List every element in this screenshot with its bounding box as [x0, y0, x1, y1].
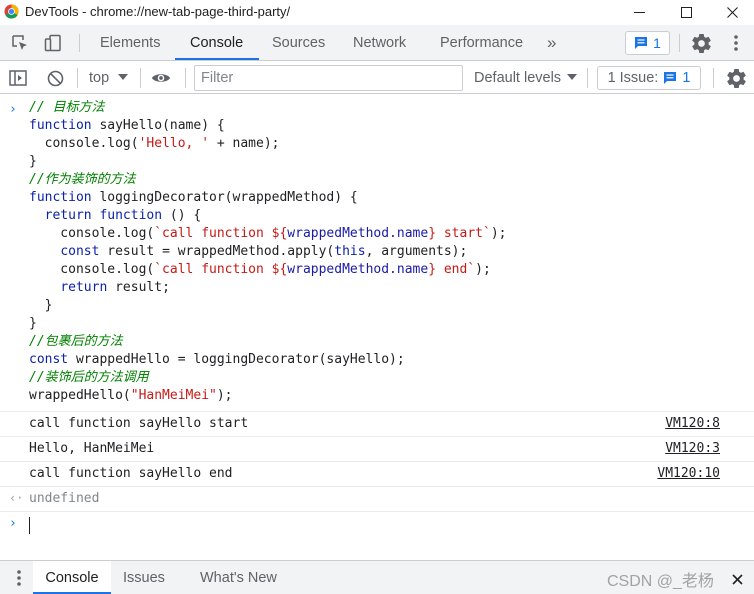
code-line: //包裹后的方法	[29, 334, 123, 349]
gear-icon	[726, 68, 746, 88]
log-message: Hello, HanMeiMei	[29, 441, 155, 456]
context-selector[interactable]: top	[89, 67, 109, 89]
console-output[interactable]: › // 目标方法 function sayHello(name) { conso…	[0, 95, 754, 559]
tab-sources[interactable]: Sources	[272, 25, 325, 61]
drawer-tab-console[interactable]: Console	[33, 561, 111, 594]
maximize-icon	[680, 7, 692, 18]
messages-badge-button[interactable]: 1	[625, 31, 670, 55]
code-line: return result;	[60, 280, 170, 295]
toolbar-divider	[679, 34, 680, 52]
prompt-chevron-icon: ›	[9, 516, 17, 531]
code-line: wrappedHello("HanMeiMei");	[29, 388, 233, 403]
log-row: Hello, HanMeiMei VM120:3	[0, 436, 754, 461]
device-toolbar-button[interactable]	[43, 33, 63, 53]
gear-icon	[691, 33, 711, 53]
inspect-icon	[12, 35, 27, 50]
text-cursor	[29, 517, 30, 534]
close-icon	[731, 573, 743, 585]
result-value: undefined	[29, 491, 100, 506]
window-title: DevTools - chrome://new-tab-page-third-p…	[25, 4, 291, 19]
kebab-menu-icon	[734, 35, 738, 51]
drawer-tab-whats-new[interactable]: What's New	[200, 561, 277, 594]
log-source-link[interactable]: VM120:3	[665, 441, 720, 456]
more-tabs-button[interactable]: »	[547, 25, 556, 61]
show-sidebar-button[interactable]	[8, 68, 28, 88]
toolbar-divider	[140, 68, 141, 88]
code-line: return function () {	[44, 208, 202, 223]
devtools-toolbar: Elements Console Sources Network Perform…	[0, 25, 754, 61]
code-line: const wrappedHello = loggingDecorator(sa…	[29, 352, 405, 367]
kebab-menu-icon	[17, 570, 21, 586]
code-line: console.log(`call function ${wrappedMeth…	[29, 262, 491, 277]
toolbar-divider	[185, 68, 186, 88]
clear-console-button[interactable]	[45, 68, 65, 88]
toolbar-divider	[79, 34, 80, 52]
toolbar-divider	[77, 68, 78, 88]
code-line: const result = wrappedMethod.apply(this,…	[60, 244, 468, 259]
code-input-block: // 目标方法 function sayHello(name) { console…	[29, 99, 506, 405]
log-source-link[interactable]: VM120:10	[657, 466, 720, 481]
chrome-logo-icon	[4, 4, 19, 19]
close-window-button[interactable]	[709, 0, 754, 25]
maximize-button[interactable]	[663, 0, 709, 25]
drawer-bar: Console Issues What's New CSDN @_老杨	[0, 560, 754, 594]
chevron-down-icon	[118, 74, 128, 80]
log-row: call function sayHello end VM120:10	[0, 461, 754, 486]
code-line: console.log('Hello, ' + name);	[29, 136, 280, 151]
log-row: call function sayHello start VM120:8	[0, 411, 754, 436]
clear-console-icon	[47, 70, 63, 86]
close-icon	[726, 7, 738, 18]
issues-label: 1 Issue:	[607, 70, 659, 86]
code-line: }	[29, 298, 53, 313]
messages-count: 1	[653, 35, 661, 51]
device-mode-icon	[44, 34, 61, 52]
result-arrow-icon: ‹·	[9, 491, 24, 505]
inspect-element-button[interactable]	[10, 33, 30, 53]
result-row: ‹· undefined	[0, 486, 754, 511]
settings-button[interactable]	[691, 33, 711, 53]
console-prompt[interactable]: ›	[0, 511, 754, 536]
tab-network[interactable]: Network	[353, 25, 406, 61]
issues-count: 1	[682, 70, 691, 86]
console-settings-button[interactable]	[726, 68, 746, 88]
console-toolbar: top Default levels 1 Issue: 1	[0, 62, 754, 94]
drawer-menu-button[interactable]	[9, 568, 29, 588]
tab-console[interactable]: Console	[190, 25, 243, 61]
log-levels-dropdown[interactable]: Default levels	[474, 67, 561, 89]
sidebar-toggle-icon	[9, 70, 27, 86]
live-expression-button[interactable]	[151, 68, 171, 88]
log-message: call function sayHello end	[29, 466, 233, 481]
code-line: console.log(`call function ${wrappedMeth…	[29, 226, 507, 241]
minimize-button[interactable]	[616, 0, 662, 25]
title-bar: DevTools - chrome://new-tab-page-third-p…	[0, 0, 754, 25]
code-line: //作为装饰的方法	[29, 172, 136, 187]
issues-button[interactable]: 1 Issue: 1	[597, 66, 701, 90]
code-line: }	[29, 154, 37, 169]
chevron-down-icon	[567, 74, 577, 80]
filter-input[interactable]	[194, 65, 463, 91]
toolbar-divider	[713, 68, 714, 88]
log-source-link[interactable]: VM120:8	[665, 416, 720, 431]
drawer-tab-issues[interactable]: Issues	[123, 561, 165, 594]
code-line: }	[29, 316, 37, 331]
message-icon	[635, 37, 648, 49]
tab-performance[interactable]: Performance	[440, 25, 523, 61]
minimize-icon	[633, 12, 645, 13]
more-options-button[interactable]	[726, 33, 746, 53]
active-tab-indicator	[175, 58, 259, 60]
close-drawer-button[interactable]	[727, 569, 747, 589]
input-chevron-icon: ›	[9, 102, 17, 117]
code-line: function loggingDecorator(wrappedMethod)…	[29, 190, 358, 205]
watermark: CSDN @_老杨	[607, 573, 714, 590]
tab-elements[interactable]: Elements	[100, 25, 160, 61]
code-line: function sayHello(name) {	[29, 118, 225, 133]
toolbar-divider	[587, 68, 588, 88]
message-icon	[664, 72, 677, 84]
log-message: call function sayHello start	[29, 416, 249, 431]
eye-icon	[151, 74, 171, 82]
code-line: //装饰后的方法调用	[29, 370, 149, 385]
code-line: // 目标方法	[29, 100, 105, 115]
